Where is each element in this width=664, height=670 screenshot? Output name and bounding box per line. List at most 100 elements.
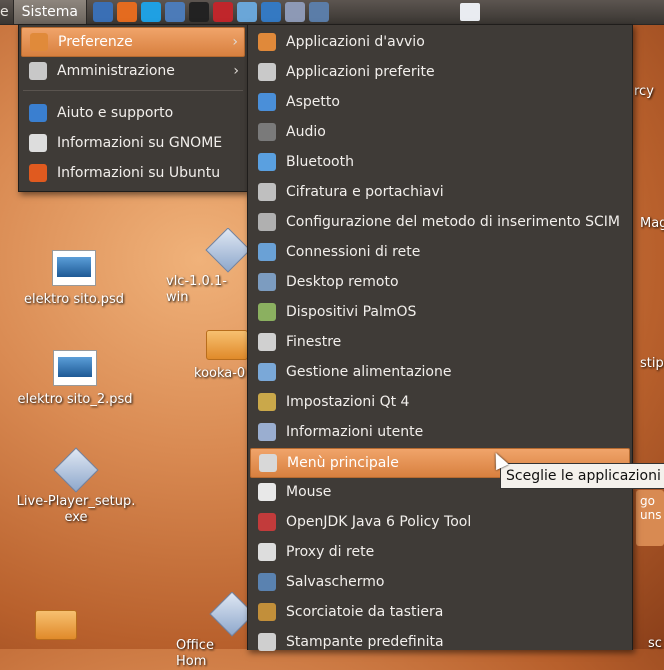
submenu-item-impostazioni-qt-4[interactable]: Impostazioni Qt 4 bbox=[250, 388, 630, 416]
desktop-file-elektro-sito-2[interactable]: elektro sito_2.psd bbox=[16, 350, 134, 408]
sistema-menu-button[interactable]: Sistema bbox=[12, 0, 88, 24]
submenu-item-audio[interactable]: Audio bbox=[250, 118, 630, 146]
folder-icon bbox=[206, 330, 248, 360]
submenu-item-proxy-di-rete[interactable]: Proxy di rete bbox=[250, 538, 630, 566]
appearance-icon bbox=[258, 93, 276, 111]
submenu-item-applicazioni-d-avvio[interactable]: Applicazioni d'avvio bbox=[250, 28, 630, 56]
network-connections-icon bbox=[258, 243, 276, 261]
submenu-item-label: Gestione alimentazione bbox=[286, 364, 452, 380]
submenu-item-applicazioni-preferite[interactable]: Applicazioni preferite bbox=[250, 58, 630, 86]
submenu-item-openjdk-java-6-policy-tool[interactable]: OpenJDK Java 6 Policy Tool bbox=[250, 508, 630, 536]
submenu-item-label: Applicazioni preferite bbox=[286, 64, 435, 80]
menu-item-informazioni-su-gnome[interactable]: Informazioni su GNOME bbox=[21, 129, 245, 157]
submenu-item-label: Informazioni utente bbox=[286, 424, 424, 440]
menu-item-label: Informazioni su Ubuntu bbox=[57, 165, 221, 181]
power-icon bbox=[258, 363, 276, 381]
desktop-file-office[interactable]: Office Hom bbox=[176, 592, 248, 670]
thunderbird-icon[interactable] bbox=[165, 2, 186, 22]
submenu-item-label: Menù principale bbox=[287, 455, 399, 471]
firefox-icon[interactable] bbox=[117, 2, 138, 22]
palm-icon bbox=[258, 303, 276, 321]
executable-icon bbox=[205, 228, 248, 273]
startup-apps-icon bbox=[258, 33, 276, 51]
image-thumbnail-icon bbox=[52, 250, 96, 286]
submenu-item-dispositivi-palmos[interactable]: Dispositivi PalmOS bbox=[250, 298, 630, 326]
submenu-item-stampante-predefinita[interactable]: Stampante predefinita bbox=[250, 628, 630, 656]
image-thumbnail-icon bbox=[53, 350, 97, 386]
submenu-item-label: Aspetto bbox=[286, 94, 340, 110]
sticky-note[interactable]: go uns bbox=[636, 490, 664, 546]
submenu-item-connessioni-di-rete[interactable]: Connessioni di rete bbox=[250, 238, 630, 266]
dreamweaver-icon[interactable] bbox=[237, 2, 258, 22]
submenu-item-label: Proxy di rete bbox=[286, 544, 375, 560]
menu-separator bbox=[23, 90, 243, 91]
globe-icon[interactable] bbox=[285, 2, 306, 22]
submenu-item-informazioni-utente[interactable]: Informazioni utente bbox=[250, 418, 630, 446]
desktop-file-vlc[interactable]: vlc-1.0.1-win bbox=[166, 228, 248, 306]
executable-icon bbox=[209, 592, 248, 637]
desktop-label-partial: rcy bbox=[634, 84, 654, 99]
desktop-file-elektro-sito[interactable]: elektro sito.psd bbox=[20, 250, 128, 308]
desktop-file-label: kooka-0 bbox=[194, 366, 246, 381]
submenu-item-salvaschermo[interactable]: Salvaschermo bbox=[250, 568, 630, 596]
gnome-icon bbox=[29, 134, 47, 152]
submenu-item-label: Salvaschermo bbox=[286, 574, 385, 590]
desktop-file-label: vlc-1.0.1-win bbox=[166, 274, 227, 305]
menu-item-amministrazione[interactable]: Amministrazione › bbox=[21, 57, 245, 85]
help-icon bbox=[29, 104, 47, 122]
chevron-right-icon: › bbox=[232, 34, 238, 50]
submenu-item-aspetto[interactable]: Aspetto bbox=[250, 88, 630, 116]
menu-item-informazioni-su-ubuntu[interactable]: Informazioni su Ubuntu bbox=[21, 159, 245, 187]
qt-icon bbox=[258, 393, 276, 411]
desktop-label-partial: stip bbox=[640, 356, 664, 371]
bluetooth-icon bbox=[258, 153, 276, 171]
menu-item-label: Informazioni su GNOME bbox=[57, 135, 223, 151]
network-icon[interactable] bbox=[93, 2, 114, 22]
desktop-folder-bottom[interactable] bbox=[34, 610, 78, 646]
submenu-item-label: Cifratura e portachiavi bbox=[286, 184, 444, 200]
windows-icon bbox=[258, 333, 276, 351]
desktop-file-label: Office Hom bbox=[176, 638, 214, 669]
submenu-item-gestione-alimentazione[interactable]: Gestione alimentazione bbox=[250, 358, 630, 386]
submenu-item-label: Audio bbox=[286, 124, 326, 140]
desktop-folder-kooka[interactable]: kooka-0 bbox=[194, 330, 248, 382]
submenu-item-label: Finestre bbox=[286, 334, 342, 350]
submenu-item-label: OpenJDK Java 6 Policy Tool bbox=[286, 514, 472, 530]
submenu-item-label: Stampante predefinita bbox=[286, 634, 444, 650]
keyboard-icon bbox=[258, 603, 276, 621]
tray-refresh-icon[interactable] bbox=[460, 3, 480, 21]
proxy-icon bbox=[258, 543, 276, 561]
menu-item-label: Aiuto e supporto bbox=[57, 105, 174, 121]
menu-item-preferenze[interactable]: Preferenze › bbox=[21, 27, 245, 57]
launcher-bar bbox=[91, 2, 331, 22]
submenu-item-scorciatoie-da-tastiera[interactable]: Scorciatoie da tastiera bbox=[250, 598, 630, 626]
menu-item-aiuto-e-supporto[interactable]: Aiuto e supporto bbox=[21, 99, 245, 127]
submenu-item-bluetooth[interactable]: Bluetooth bbox=[250, 148, 630, 176]
submenu-item-label: Configurazione del metodo di inserimento… bbox=[286, 214, 620, 230]
panel-menu-partial[interactable]: e bbox=[0, 4, 13, 20]
disk-icon[interactable] bbox=[309, 2, 330, 22]
user-info-icon bbox=[258, 423, 276, 441]
terminal-icon[interactable] bbox=[189, 2, 210, 22]
desktop-file-label: elektro sito.psd bbox=[24, 292, 124, 307]
top-panel: e Sistema bbox=[0, 0, 664, 25]
encryption-icon bbox=[258, 183, 276, 201]
chevron-right-icon: › bbox=[233, 63, 239, 79]
desktop-label-partial: Mag bbox=[640, 216, 664, 231]
submenu-item-label: Desktop remoto bbox=[286, 274, 399, 290]
virtualbox-icon[interactable] bbox=[261, 2, 282, 22]
administration-icon bbox=[29, 62, 47, 80]
preferenze-submenu: Applicazioni d'avvio Applicazioni preferi… bbox=[247, 24, 633, 651]
pdf-icon[interactable] bbox=[213, 2, 234, 22]
submenu-item-configurazione-del-metodo-di-inserimento-scim[interactable]: Configurazione del metodo di inserimento… bbox=[250, 208, 630, 236]
submenu-item-desktop-remoto[interactable]: Desktop remoto bbox=[250, 268, 630, 296]
skype-icon[interactable] bbox=[141, 2, 162, 22]
ubuntu-icon bbox=[29, 164, 47, 182]
audio-icon bbox=[258, 123, 276, 141]
submenu-item-cifratura-e-portachiavi[interactable]: Cifratura e portachiavi bbox=[250, 178, 630, 206]
printer-icon bbox=[258, 633, 276, 651]
sistema-menu: Preferenze › Amministrazione › Aiuto e suppo… bbox=[18, 24, 248, 192]
submenu-item-label: Impostazioni Qt 4 bbox=[286, 394, 410, 410]
submenu-item-finestre[interactable]: Finestre bbox=[250, 328, 630, 356]
desktop-file-live-player[interactable]: Live-Player_setup. exe bbox=[14, 447, 138, 526]
